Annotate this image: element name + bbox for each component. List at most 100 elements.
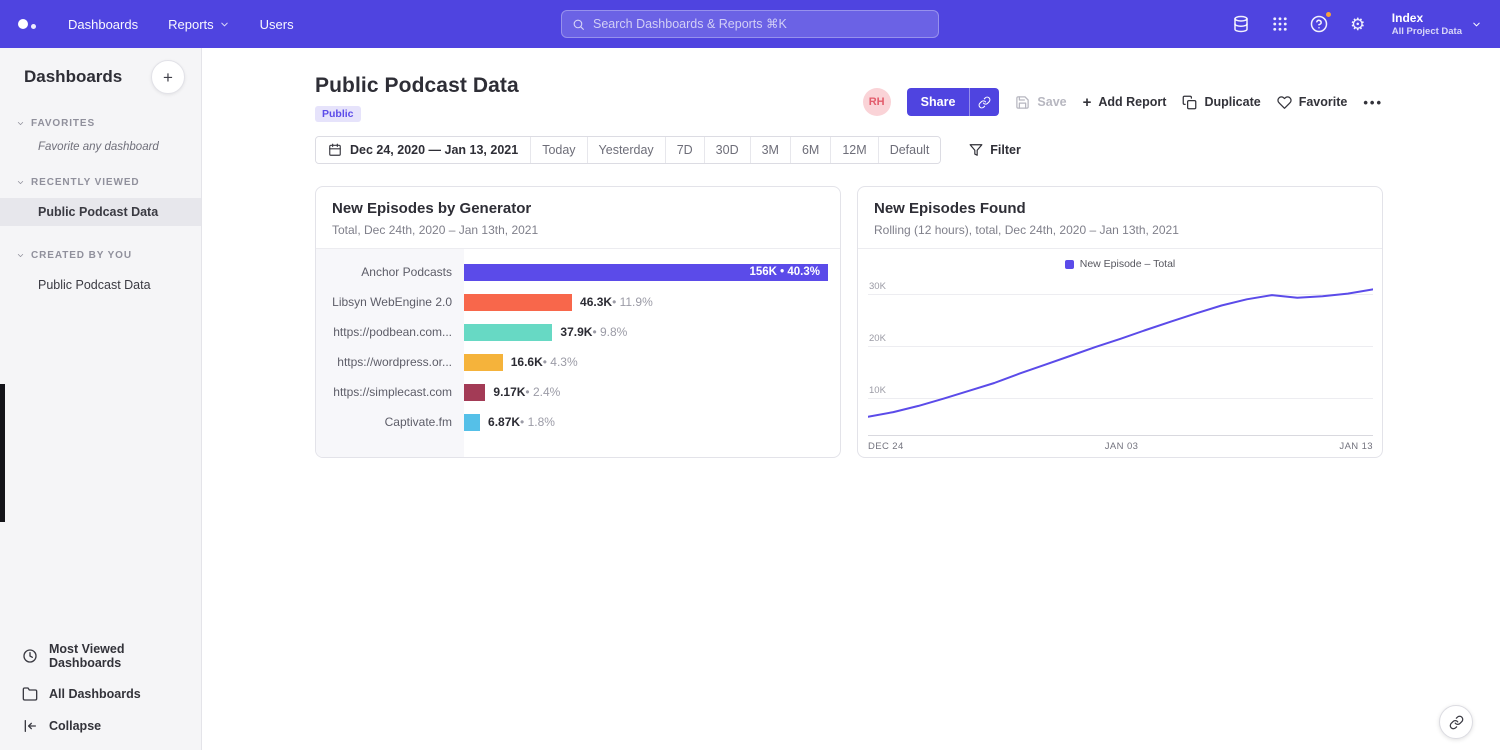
chart-legend: New Episode – Total xyxy=(858,258,1382,270)
bar-value: 6.87K xyxy=(488,415,520,429)
bar-chart-body: Anchor Podcasts156K • 40.3%Libsyn WebEng… xyxy=(316,249,840,457)
calendar-icon xyxy=(328,143,342,157)
section-recent-header[interactable]: RECENTLY VIEWED xyxy=(0,177,201,188)
bar-segment[interactable] xyxy=(464,354,503,371)
add-report-button[interactable]: + Add Report xyxy=(1083,88,1167,116)
bar-segment[interactable] xyxy=(464,324,552,341)
nav-item-reports[interactable]: Reports xyxy=(168,0,230,48)
bar-value-inside: 156K • 40.3% xyxy=(749,264,820,281)
section-created-header[interactable]: CREATED BY YOU xyxy=(0,250,201,261)
line-series[interactable] xyxy=(868,279,1373,435)
bar-percent: • 9.8% xyxy=(592,325,627,339)
help-icon[interactable] xyxy=(1308,13,1330,35)
bar-zone: 46.3K • 11.9% xyxy=(464,294,840,311)
screen-edge-artifact xyxy=(0,384,5,522)
favorite-button[interactable]: Favorite xyxy=(1277,88,1348,116)
global-search[interactable] xyxy=(561,10,939,38)
bar-segment[interactable] xyxy=(464,294,572,311)
plus-icon: + xyxy=(163,69,173,86)
line-chart-card: New Episodes Found Rolling (12 hours), t… xyxy=(857,186,1383,458)
bar-segment[interactable] xyxy=(464,414,480,431)
chevron-down-icon xyxy=(16,251,25,260)
search-input[interactable] xyxy=(593,17,928,31)
section-favorites-header[interactable]: FAVORITES xyxy=(0,118,201,129)
save-button[interactable]: Save xyxy=(1015,88,1066,116)
chevron-down-icon xyxy=(219,19,230,30)
bar-row: Anchor Podcasts156K • 40.3% xyxy=(316,257,840,287)
bar-zone: 37.9K • 9.8% xyxy=(464,324,840,341)
section-recently-viewed: RECENTLY VIEWED Public Podcast Data xyxy=(0,177,201,226)
project-info: Index All Project Data xyxy=(1392,11,1462,37)
filter-button[interactable]: Filter xyxy=(969,143,1021,157)
favorite-label: Favorite xyxy=(1299,95,1348,109)
date-range-label: Dec 24, 2020 — Jan 13, 2021 xyxy=(350,143,518,157)
duplicate-label: Duplicate xyxy=(1204,95,1260,109)
sidebar-item-public-podcast-data-created[interactable]: Public Podcast Data xyxy=(0,271,201,299)
bar-segment[interactable]: 156K • 40.3% xyxy=(464,264,828,281)
copy-icon xyxy=(1182,95,1197,110)
bar-row: https://simplecast.com9.17K • 2.4% xyxy=(316,377,840,407)
bar-value: 9.17K xyxy=(493,385,525,399)
bar-category-label: Captivate.fm xyxy=(316,415,464,429)
most-viewed-dashboards-button[interactable]: Most Viewed Dashboards xyxy=(0,634,201,678)
bar-value: 37.9K xyxy=(560,325,592,339)
bar-row: https://podbean.com...37.9K • 9.8% xyxy=(316,317,840,347)
date-presets: Dec 24, 2020 — Jan 13, 2021 TodayYesterd… xyxy=(315,136,941,164)
avatar[interactable]: RH xyxy=(863,88,891,116)
folder-icon xyxy=(22,686,38,702)
sidebar: Dashboards + FAVORITES Favorite any dash… xyxy=(0,48,202,750)
all-dashboards-label: All Dashboards xyxy=(49,687,141,701)
bar-segment[interactable] xyxy=(464,384,485,401)
bar-card-subtitle: Total, Dec 24th, 2020 – Jan 13th, 2021 xyxy=(332,223,824,237)
settings-gear-icon[interactable]: ⚙ xyxy=(1347,13,1369,35)
date-range-picker[interactable]: Dec 24, 2020 — Jan 13, 2021 xyxy=(316,137,530,163)
preset-6m[interactable]: 6M xyxy=(790,137,830,163)
nav-item-dashboards[interactable]: Dashboards xyxy=(68,0,138,48)
bar-zone: 16.6K • 4.3% xyxy=(464,354,840,371)
add-dashboard-button[interactable]: + xyxy=(151,60,185,94)
brand-logo[interactable] xyxy=(0,0,50,48)
page-title: Public Podcast Data xyxy=(315,74,519,98)
filter-label: Filter xyxy=(990,143,1021,157)
preset-today[interactable]: Today xyxy=(530,137,586,163)
favorites-label: FAVORITES xyxy=(31,118,95,129)
bar-card-title: New Episodes by Generator xyxy=(332,200,824,217)
most-viewed-label: Most Viewed Dashboards xyxy=(49,642,189,670)
x-tick-start: DEC 24 xyxy=(868,441,904,452)
legend-swatch xyxy=(1065,260,1074,269)
add-report-label: Add Report xyxy=(1098,95,1166,109)
bar-value: 46.3K xyxy=(580,295,612,309)
copy-link-button[interactable] xyxy=(969,88,999,116)
line-plot[interactable]: 10K20K30K xyxy=(868,279,1373,436)
link-icon xyxy=(1449,715,1464,730)
section-created-by-you: CREATED BY YOU Public Podcast Data xyxy=(0,250,201,299)
project-switcher[interactable]: Index All Project Data xyxy=(1392,11,1482,37)
preset-yesterday[interactable]: Yesterday xyxy=(587,137,665,163)
bar-category-label: https://podbean.com... xyxy=(316,325,464,339)
title-block: Public Podcast Data Public xyxy=(315,74,519,122)
preset-3m[interactable]: 3M xyxy=(750,137,790,163)
duplicate-button[interactable]: Duplicate xyxy=(1182,88,1260,116)
share-button[interactable]: Share xyxy=(907,88,970,116)
preset-12m[interactable]: 12M xyxy=(830,137,877,163)
share-link-fab[interactable] xyxy=(1439,705,1473,739)
collapse-sidebar-button[interactable]: Collapse xyxy=(0,710,201,742)
project-subtitle: All Project Data xyxy=(1392,26,1462,37)
nav-item-users[interactable]: Users xyxy=(260,0,294,48)
line-card-title: New Episodes Found xyxy=(874,200,1366,217)
preset-30d[interactable]: 30D xyxy=(704,137,750,163)
overflow-menu-button[interactable]: ••• xyxy=(1363,95,1383,110)
preset-default[interactable]: Default xyxy=(878,137,941,163)
data-connections-icon[interactable] xyxy=(1230,13,1252,35)
logo-dot-small xyxy=(31,24,36,29)
preset-7d[interactable]: 7D xyxy=(665,137,704,163)
sidebar-item-public-podcast-data[interactable]: Public Podcast Data xyxy=(0,198,201,226)
chevron-down-icon xyxy=(16,119,25,128)
all-dashboards-button[interactable]: All Dashboards xyxy=(0,678,201,710)
chevron-down-icon xyxy=(16,178,25,187)
nav-right-cluster: ⚙ Index All Project Data xyxy=(1230,11,1500,37)
sidebar-header: Dashboards + xyxy=(0,48,201,94)
apps-grid-icon[interactable] xyxy=(1269,13,1291,35)
legend-label: New Episode – Total xyxy=(1080,258,1176,270)
bar-card-header: New Episodes by Generator Total, Dec 24t… xyxy=(316,187,840,249)
